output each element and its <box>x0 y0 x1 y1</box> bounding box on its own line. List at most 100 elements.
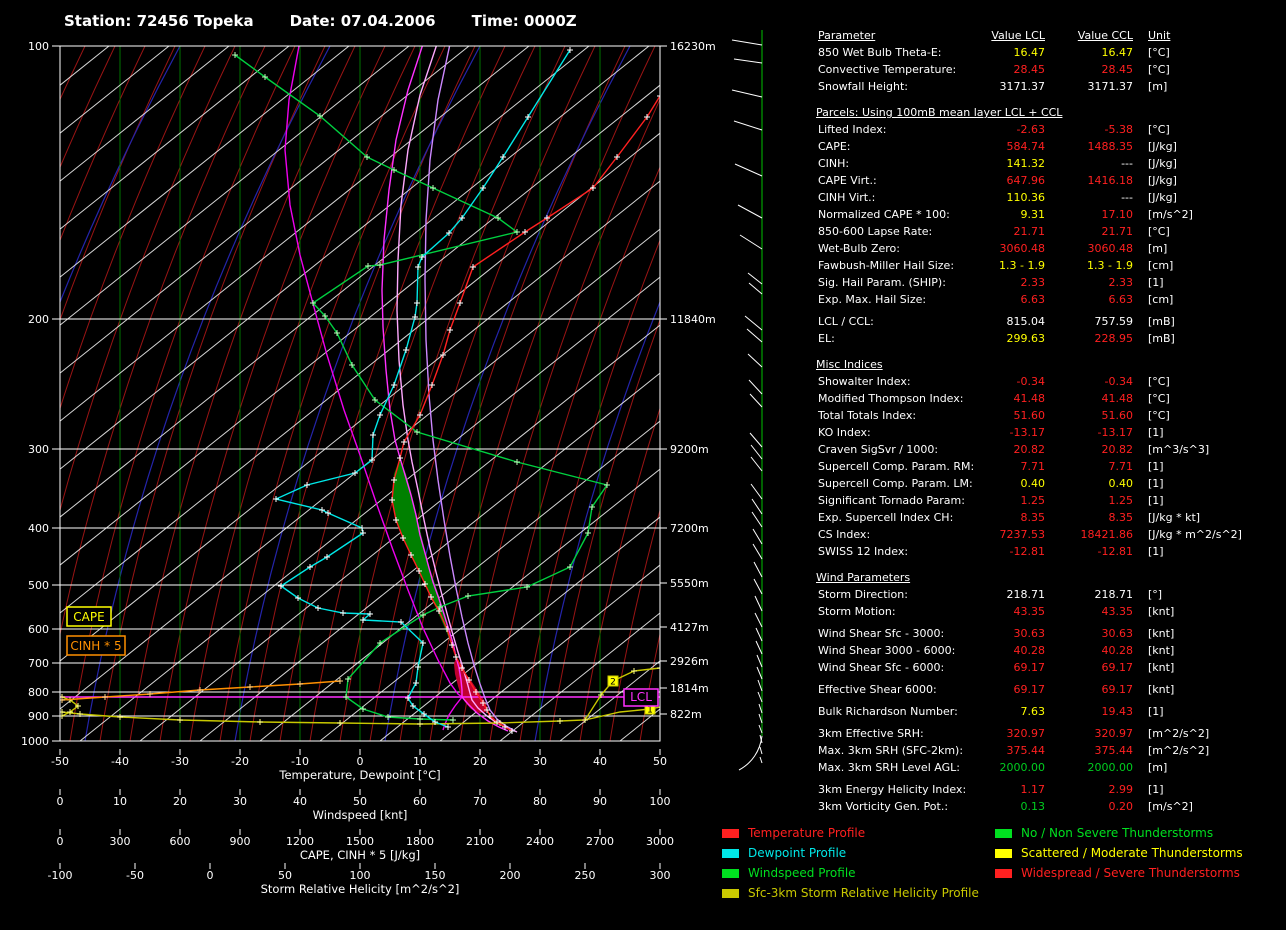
table-row: EL:299.63228.95[mB] <box>816 330 1286 347</box>
axis-tick-label: 0 <box>207 869 214 882</box>
table-row: CINH:141.32---[J/kg] <box>816 155 1286 172</box>
axis-title: Windspeed [knt] <box>313 808 408 822</box>
col-value-lcl: Value LCL <box>991 27 1045 44</box>
param-label: Exp. Supercell Index CH: <box>818 509 953 526</box>
value-ccl: -12.81 <box>1098 543 1133 560</box>
unit-label: [1] <box>1148 475 1164 492</box>
unit-label: [°C] <box>1148 61 1170 78</box>
table-row: Supercell Comp. Param. LM:0.400.40[1] <box>816 475 1286 492</box>
value-ccl: 20.82 <box>1102 441 1134 458</box>
axis-tick-label: 60 <box>413 795 427 808</box>
legend-label: Sfc-3km Storm Relative Helicity Profile <box>748 886 979 900</box>
axis-tick-label: 600 <box>170 835 191 848</box>
wind-barb-icon <box>748 273 762 284</box>
value-lcl: 1.25 <box>1021 492 1046 509</box>
legend-label: Widespread / Severe Thunderstorms <box>1021 866 1240 880</box>
unit-label: [m] <box>1148 78 1167 95</box>
profile-legend: Temperature ProfileDewpoint ProfileWinds… <box>722 823 979 903</box>
unit-label: [°C] <box>1148 407 1170 424</box>
axis-tick-label: 50 <box>278 869 292 882</box>
table-row: CAPE Virt.:647.961416.18[J/kg] <box>816 172 1286 189</box>
legend-item: Widespread / Severe Thunderstorms <box>995 863 1243 883</box>
unit-label: [°] <box>1148 586 1162 603</box>
table-row: Effective Shear 6000:69.1769.17[knt] <box>816 681 1286 698</box>
table-row: Storm Direction:218.71218.71[°] <box>816 586 1286 603</box>
legend-swatch-icon <box>722 829 739 838</box>
axis-title: Temperature, Dewpoint [°C] <box>278 768 440 782</box>
value-lcl: 16.47 <box>1014 44 1046 61</box>
table-header: ParameterValue LCLValue CCLUnit <box>816 27 1286 44</box>
section-header: Misc Indices <box>816 356 1286 373</box>
wind-barb-icon <box>757 667 762 679</box>
value-ccl: 2.99 <box>1109 781 1134 798</box>
value-lcl: 2.33 <box>1021 274 1046 291</box>
table-row: 3km Energy Helicity Index:1.172.99[1] <box>816 781 1286 798</box>
axis-tick-label: -30 <box>171 755 189 768</box>
wind-barb-icon <box>750 394 762 407</box>
wind-barb-icon <box>750 433 762 447</box>
lcl-label: LCL <box>630 690 652 704</box>
unit-label: [1] <box>1148 703 1164 720</box>
axis-tick-label: 300 <box>650 869 671 882</box>
value-lcl: 51.60 <box>1014 407 1046 424</box>
axis-tick-label: 40 <box>293 795 307 808</box>
value-lcl: 647.96 <box>1007 172 1046 189</box>
col-value-ccl: Value CCL <box>1078 27 1133 44</box>
unit-label: [°C] <box>1148 44 1170 61</box>
wind-barb-icon <box>760 747 762 754</box>
unit-label: [m^2/s^2] <box>1148 742 1209 759</box>
axis-tick-label: -40 <box>111 755 129 768</box>
legend-swatch-icon <box>995 849 1012 858</box>
unit-label: [knt] <box>1148 681 1174 698</box>
param-label: Supercell Comp. Param. LM: <box>818 475 973 492</box>
param-label: Storm Direction: <box>818 586 908 603</box>
value-lcl: 43.35 <box>1014 603 1046 620</box>
axis-tick-label: 20 <box>473 755 487 768</box>
wind-barb-icon <box>752 512 762 527</box>
value-lcl: 30.63 <box>1014 625 1046 642</box>
param-label: SWISS 12 Index: <box>818 543 908 560</box>
param-label: 850 Wet Bulb Theta-E: <box>818 44 942 61</box>
value-ccl: 21.71 <box>1102 223 1134 240</box>
wind-barb-icon <box>749 283 762 294</box>
unit-label: [m^2/s^2] <box>1148 725 1209 742</box>
value-ccl: 218.71 <box>1095 586 1134 603</box>
svg-text:2: 2 <box>610 678 616 688</box>
axis-tick-label: 1200 <box>286 835 314 848</box>
table-row: Max. 3km SRH Level AGL:2000.002000.00[m] <box>816 759 1286 776</box>
param-label: CS Index: <box>818 526 870 543</box>
legend-item: Sfc-3km Storm Relative Helicity Profile <box>722 883 979 903</box>
axis-tick-label: 3000 <box>646 835 674 848</box>
height-tick-label: 9200m <box>670 443 709 456</box>
height-tick-label: 2926m <box>670 655 709 668</box>
section-header: Parcels: Using 100mB mean layer LCL + CC… <box>816 104 1286 121</box>
value-lcl: 28.45 <box>1014 61 1046 78</box>
unit-label: [J/kg * kt] <box>1148 509 1200 526</box>
value-lcl: 815.04 <box>1007 313 1046 330</box>
value-lcl: -2.63 <box>1017 121 1045 138</box>
axis-tick-label: -50 <box>126 869 144 882</box>
axis-tick-label: 40 <box>593 755 607 768</box>
legend-item: Scattered / Moderate Thunderstorms <box>995 843 1243 863</box>
wind-barb-icon <box>732 40 762 45</box>
pressure-tick-label: 800 <box>28 686 49 699</box>
legend-swatch-icon <box>722 889 739 898</box>
unit-label: [J/kg] <box>1148 155 1177 172</box>
height-tick-label: 4127m <box>670 621 709 634</box>
parameter-table: ParameterValue LCLValue CCLUnit850 Wet B… <box>816 27 1286 815</box>
value-ccl: 41.48 <box>1102 390 1134 407</box>
value-ccl: 18421.86 <box>1081 526 1134 543</box>
axis-tick-label: 200 <box>500 869 521 882</box>
cape-label: CAPE <box>73 610 104 624</box>
height-tick-label: 7200m <box>670 522 709 535</box>
unit-label: [m] <box>1148 759 1167 776</box>
bottom-axis-2: 03006009001200150018002100240027003000CA… <box>57 829 675 862</box>
legend-item: No / Non Severe Thunderstorms <box>995 823 1243 843</box>
value-ccl: 16.47 <box>1102 44 1134 61</box>
value-ccl: -5.38 <box>1105 121 1133 138</box>
pressure-tick-label: 900 <box>28 710 49 723</box>
legend-swatch-icon <box>722 869 739 878</box>
value-ccl: 1.25 <box>1109 492 1134 509</box>
table-row: Wind Shear Sfc - 3000:30.6330.63[knt] <box>816 625 1286 642</box>
param-label: Wind Shear Sfc - 6000: <box>818 659 944 676</box>
